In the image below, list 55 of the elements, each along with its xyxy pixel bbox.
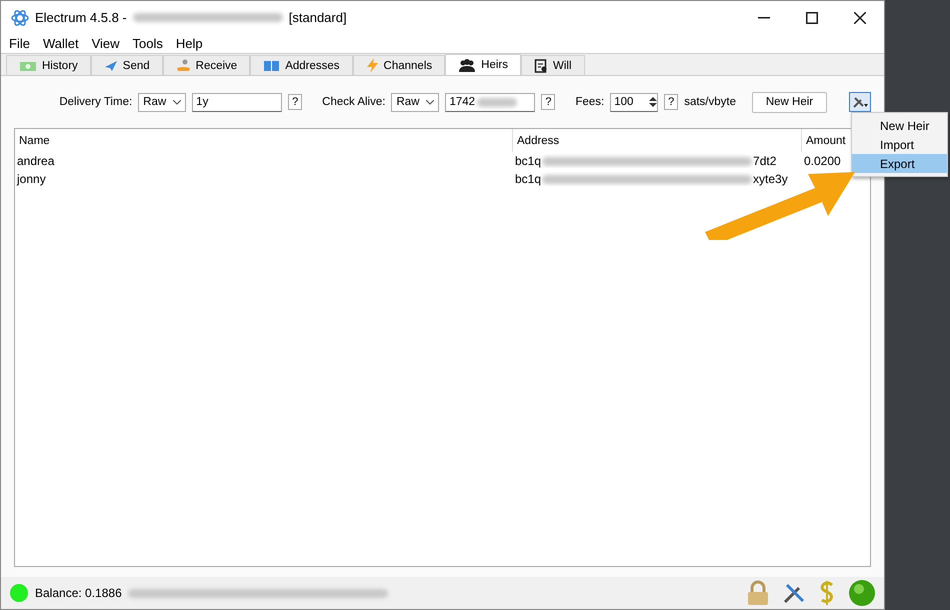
unit-label: sats/vbyte — [684, 96, 736, 108]
table-cell-text: jonny — [16, 172, 47, 186]
table-cell-text: andrea — [16, 154, 56, 168]
hand-coin-icon — [176, 59, 191, 72]
lightning-icon — [366, 58, 379, 73]
window-title: Electrum 4.5.8 - — [35, 10, 127, 25]
table-cell: bc1q — [515, 172, 542, 186]
field-label: Fees: — [575, 96, 604, 108]
balance-text: Balance: 0.1886 — [35, 586, 122, 600]
column-header: Name — [15, 129, 513, 152]
tab[interactable]: Send — [90, 55, 163, 75]
field-label: Check Alive: — [322, 96, 386, 108]
tab[interactable]: Will — [520, 55, 585, 75]
menu-item[interactable]: Export — [852, 154, 947, 173]
tools-icon[interactable] — [782, 581, 806, 605]
delivery-time-field[interactable]: 1y — [192, 92, 282, 112]
close-icon — [854, 12, 866, 24]
tab[interactable]: Channels — [352, 55, 446, 75]
menu-item[interactable]: Wallet — [42, 36, 79, 51]
maximize-icon — [806, 12, 818, 24]
help-button[interactable]: ? — [288, 94, 302, 110]
table-cell: bc1q — [515, 154, 542, 168]
tab[interactable]: History — [6, 55, 91, 75]
tab[interactable]: Addresses — [250, 55, 353, 75]
people-icon — [458, 58, 476, 72]
unit-dropdown[interactable]: Raw — [138, 92, 186, 112]
banknote-icon — [19, 60, 37, 72]
field-label: Delivery Time: — [59, 96, 132, 108]
help-button[interactable]: ? — [541, 94, 556, 110]
tools-menu-button[interactable] — [849, 92, 871, 112]
help-button[interactable]: ? — [664, 94, 678, 110]
new-heir-button[interactable]: New Heir — [752, 92, 827, 112]
window-title-suffix: [standard] — [288, 10, 347, 25]
minimize-icon — [758, 16, 770, 18]
document-icon — [534, 58, 548, 72]
tab[interactable]: Heirs — [445, 54, 521, 75]
chevron-down-icon — [426, 100, 434, 104]
unit-dropdown[interactable]: Raw — [391, 92, 440, 112]
table-cell-text: 0.0200 — [803, 154, 842, 168]
menu-item[interactable]: View — [92, 36, 120, 51]
menu-item[interactable]: File — [9, 36, 30, 51]
spinner-arrows-icon[interactable] — [649, 96, 658, 108]
menu-item[interactable]: Help — [176, 36, 203, 51]
network-status-icon[interactable] — [848, 579, 876, 607]
fees-spinbox[interactable]: 100 — [610, 92, 658, 112]
check-alive-field[interactable]: 1742 — [445, 92, 536, 112]
column-header: Address — [513, 129, 802, 152]
tab[interactable]: Receive — [162, 55, 250, 75]
paper-plane-icon — [104, 60, 118, 72]
menu-item[interactable]: Tools — [132, 36, 163, 51]
chevron-down-icon — [173, 100, 182, 104]
book-icon — [263, 60, 280, 72]
table-cell: 7dt2 — [753, 154, 776, 168]
table-cell: xyte3y — [753, 172, 788, 186]
atom-logo-icon — [11, 8, 29, 26]
